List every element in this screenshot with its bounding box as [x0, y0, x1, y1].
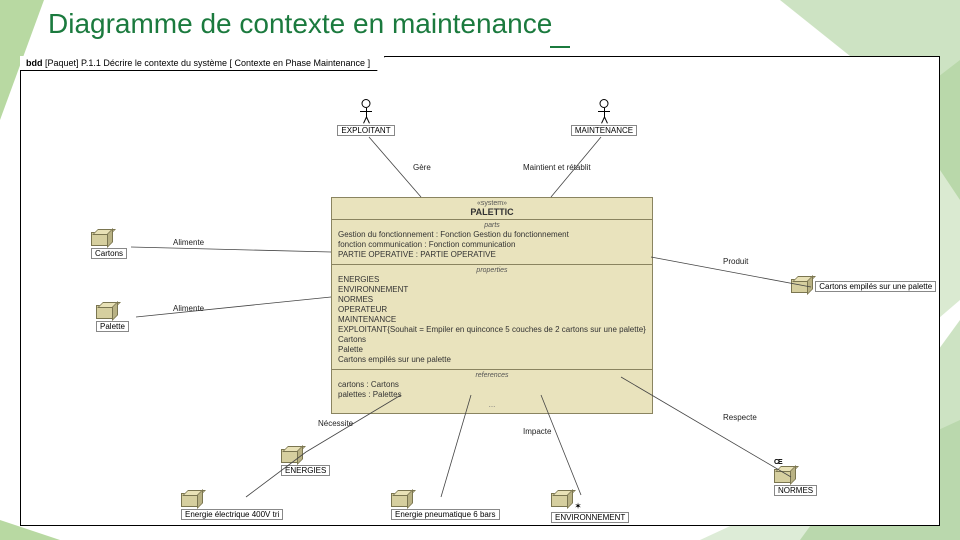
- edge-impacte: Impacte: [521, 427, 553, 436]
- diagram-frame: bdd [Paquet] P.1.1 Décrire le contexte d…: [20, 56, 940, 526]
- edge-alimente1: Alimente: [171, 238, 206, 247]
- connectors: [21, 57, 939, 525]
- edge-alimente2: Alimente: [171, 304, 206, 313]
- edge-necessite: Nécessite: [316, 419, 355, 428]
- edge-produit: Produit: [721, 257, 750, 266]
- title-underline: [550, 46, 570, 48]
- edge-respecte: Respecte: [721, 413, 759, 422]
- page-title: Diagramme de contexte en maintenance: [48, 8, 552, 40]
- edge-gere: Gère: [411, 163, 433, 172]
- edge-maintient: Maintient et rétablit: [521, 163, 593, 172]
